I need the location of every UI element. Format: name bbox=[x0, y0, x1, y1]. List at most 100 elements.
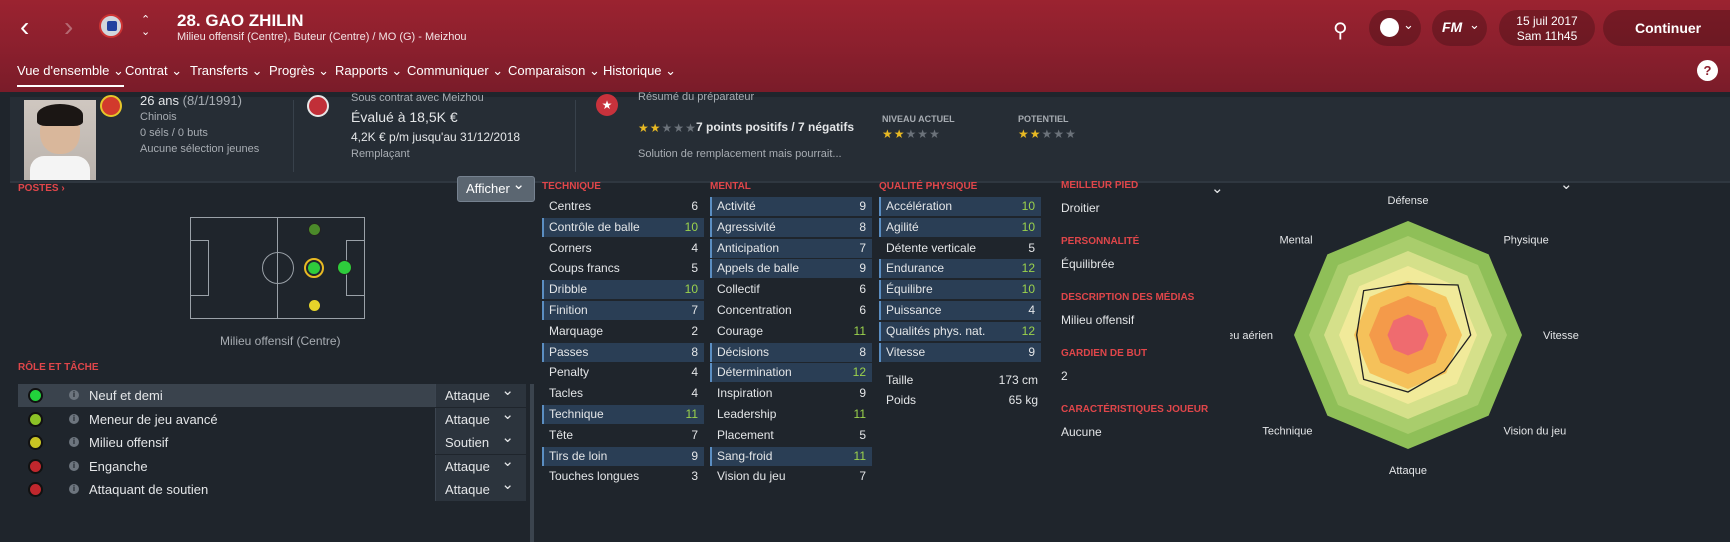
scrollbar[interactable] bbox=[530, 384, 534, 542]
role-name: Meneur de jeu avancé bbox=[89, 411, 218, 427]
continue-button[interactable]: Continuer bbox=[1603, 10, 1730, 46]
coach-note[interactable]: Solution de remplacement mais pourrait..… bbox=[638, 148, 842, 160]
info-icon[interactable]: i bbox=[69, 413, 79, 424]
role-row[interactable]: i Attaquant de soutien Attaque bbox=[18, 473, 526, 501]
attribute-row[interactable]: Marquage 2 bbox=[542, 322, 704, 341]
info-icon[interactable]: i bbox=[69, 484, 79, 494]
attribute-row[interactable]: Tacles 4 bbox=[542, 384, 704, 403]
role-row[interactable]: i Neuf et demi Attaque bbox=[18, 379, 526, 407]
date-display[interactable]: 15 juil 2017 Sam 11h45 bbox=[1499, 10, 1595, 46]
attribute-row[interactable]: Agressivité 8 bbox=[710, 217, 872, 237]
fm-logo: FM bbox=[1442, 19, 1463, 35]
attribute-row[interactable]: Tête 7 bbox=[542, 426, 704, 445]
chevron-down-icon[interactable]: ⌄ bbox=[141, 26, 150, 38]
role-row[interactable]: i Enganche Attaque bbox=[18, 450, 526, 478]
attribute-row[interactable]: Décisions 8 bbox=[710, 342, 872, 362]
attribute-row[interactable]: Finition 7 bbox=[542, 301, 704, 320]
chevron-up-icon[interactable]: ⌃ bbox=[141, 14, 150, 26]
attribute-row[interactable]: Dribble 10 bbox=[542, 280, 704, 300]
radar-chart: Défense Physique Vitesse Vision du jeu Attaq… bbox=[1222, 195, 1579, 477]
info-icon[interactable]: i bbox=[69, 390, 79, 400]
tab-history[interactable]: Historique ⌄ bbox=[603, 63, 676, 79]
search-icon[interactable]: ⚲ bbox=[1333, 18, 1348, 43]
star-icon: ★ bbox=[893, 127, 906, 141]
attribute-row[interactable]: Contrôle de balle 10 bbox=[542, 217, 704, 237]
attribute-row[interactable]: Technique 11 bbox=[542, 405, 704, 424]
attribute-name: Passes bbox=[549, 344, 589, 359]
player-positions: Milieu offensif (Centre), Buteur (Centre… bbox=[177, 31, 467, 43]
duty-dropdown[interactable]: Attaque bbox=[435, 473, 526, 501]
attribute-row[interactable]: Équilibre 10 bbox=[879, 280, 1041, 300]
attribute-row[interactable]: Endurance 12 bbox=[879, 259, 1041, 279]
attribute-row[interactable]: Corners 4 bbox=[542, 239, 704, 258]
attribute-row[interactable]: Qualités phys. nat. 12 bbox=[879, 321, 1041, 341]
attribute-row[interactable]: Anticipation 7 bbox=[710, 238, 872, 258]
role-suitability-icon bbox=[28, 388, 43, 403]
attribute-value: 11 bbox=[853, 323, 866, 338]
tab-overview[interactable]: Vue d'ensemble ⌄ bbox=[17, 63, 124, 87]
attribute-row[interactable]: Appels de balle 9 bbox=[710, 259, 872, 279]
attribute-name: Vision du jeu bbox=[717, 469, 786, 484]
display-dropdown[interactable]: Afficher ⌄ bbox=[457, 176, 535, 202]
forward-button[interactable]: › bbox=[64, 12, 73, 42]
world-button[interactable]: ⌄ bbox=[1369, 10, 1421, 46]
attribute-row[interactable]: Passes 8 bbox=[542, 342, 704, 362]
attribute-value: 10 bbox=[1021, 199, 1035, 213]
attribute-row[interactable]: Détente verticale 5 bbox=[879, 239, 1041, 258]
attribute-row[interactable]: Agilité 10 bbox=[879, 217, 1041, 237]
attribute-row[interactable]: Tirs de loin 9 bbox=[542, 446, 704, 466]
attribute-value: 10 bbox=[1021, 282, 1035, 297]
attribute-value: 4 bbox=[691, 240, 698, 255]
attribute-row[interactable]: Inspiration 9 bbox=[710, 384, 872, 403]
attribute-row[interactable]: Courage 11 bbox=[710, 322, 872, 341]
attribute-row[interactable]: Centres 6 bbox=[542, 197, 704, 216]
attribute-row[interactable]: Vision du jeu 7 bbox=[710, 467, 872, 486]
fm-menu-button[interactable]: FM ⌄ bbox=[1432, 10, 1487, 46]
attribute-row[interactable]: Accélération 10 bbox=[879, 197, 1041, 216]
tab-menu: Vue d'ensemble ⌄ Contrat ⌄ Transferts ⌄ … bbox=[0, 56, 1730, 92]
tab-comparison[interactable]: Comparaison ⌄ bbox=[508, 63, 600, 79]
attribute-row[interactable]: Détermination 12 bbox=[710, 363, 872, 383]
attribute-row[interactable]: Coups francs 5 bbox=[542, 259, 704, 278]
attribute-value: 2 bbox=[691, 323, 698, 338]
info-icon[interactable]: i bbox=[69, 460, 79, 471]
attribute-row[interactable]: Vitesse 9 bbox=[879, 342, 1041, 362]
attribute-row[interactable]: Collectif 6 bbox=[710, 280, 872, 299]
attribute-value: 5 bbox=[859, 427, 866, 442]
attribute-value: 7 bbox=[691, 303, 698, 317]
divider bbox=[293, 100, 294, 172]
attribute-name: Dribble bbox=[549, 282, 588, 297]
attribute-row[interactable]: Touches longues 3 bbox=[542, 467, 704, 486]
chevron-down-icon: ⌄ bbox=[1403, 17, 1414, 32]
attribute-row[interactable]: Activité 9 bbox=[710, 197, 872, 216]
back-button[interactable]: ‹ bbox=[20, 12, 29, 42]
current-time: Sam 11h45 bbox=[1516, 29, 1578, 43]
radar-axis-label: Attaque bbox=[1389, 465, 1427, 477]
attribute-row[interactable]: Concentration 6 bbox=[710, 301, 872, 320]
attribute-value: 5 bbox=[691, 261, 698, 276]
detail-title: GARDIEN DE BUT bbox=[1061, 348, 1148, 359]
attribute-row[interactable]: Sang-froid 11 bbox=[710, 446, 872, 466]
player-switch[interactable]: ⌃ ⌄ bbox=[141, 14, 150, 38]
positions-header[interactable]: POSTES › bbox=[18, 183, 65, 194]
potential-label: POTENTIEL bbox=[1018, 114, 1069, 124]
role-row[interactable]: i Meneur de jeu avancé Attaque bbox=[18, 403, 526, 431]
position-marker bbox=[309, 300, 320, 311]
attribute-name: Finition bbox=[549, 303, 588, 317]
info-icon[interactable]: i bbox=[69, 437, 79, 447]
tab-communicate[interactable]: Communiquer ⌄ bbox=[407, 63, 503, 79]
role-duty-header: RÔLE ET TÂCHE bbox=[18, 362, 99, 373]
attribute-row[interactable]: Penalty 4 bbox=[542, 363, 704, 382]
tab-transfers[interactable]: Transferts ⌄ bbox=[190, 63, 263, 79]
chevron-down-icon[interactable]: ⌄ bbox=[1211, 179, 1224, 197]
role-row[interactable]: i Milieu offensif Soutien bbox=[18, 426, 526, 454]
attribute-row[interactable]: Puissance 4 bbox=[879, 301, 1041, 320]
tab-contract[interactable]: Contrat ⌄ bbox=[125, 63, 182, 79]
attribute-row[interactable]: Placement 5 bbox=[710, 426, 872, 445]
attribute-row[interactable]: Leadership 11 bbox=[710, 405, 872, 424]
attribute-value: 8 bbox=[859, 344, 866, 359]
help-icon[interactable]: ? bbox=[1697, 60, 1718, 81]
tab-reports[interactable]: Rapports ⌄ bbox=[335, 63, 402, 79]
attribute-value: 7 bbox=[691, 427, 698, 442]
tab-progress[interactable]: Progrès ⌄ bbox=[269, 63, 329, 79]
